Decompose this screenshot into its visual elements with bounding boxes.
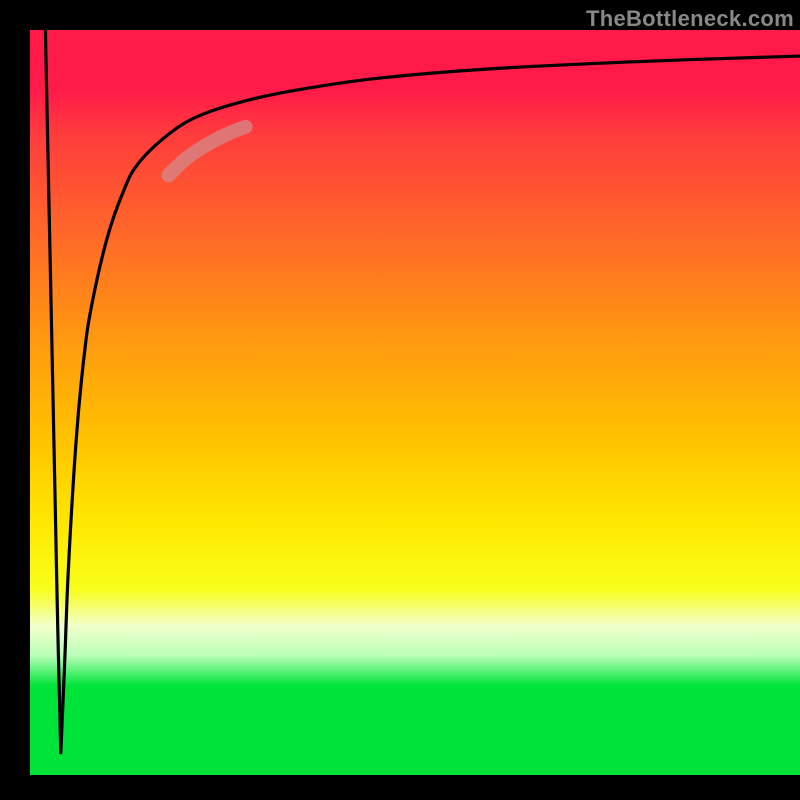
series-curve-ascent (61, 56, 800, 753)
watermark-text: TheBottleneck.com (586, 6, 794, 32)
plot-area (30, 30, 800, 775)
curve-group (45, 30, 800, 753)
series-curve-descent (45, 30, 60, 753)
series-highlight-segment (169, 127, 246, 175)
chart-stage: TheBottleneck.com (0, 0, 800, 800)
curve-svg (30, 30, 800, 775)
